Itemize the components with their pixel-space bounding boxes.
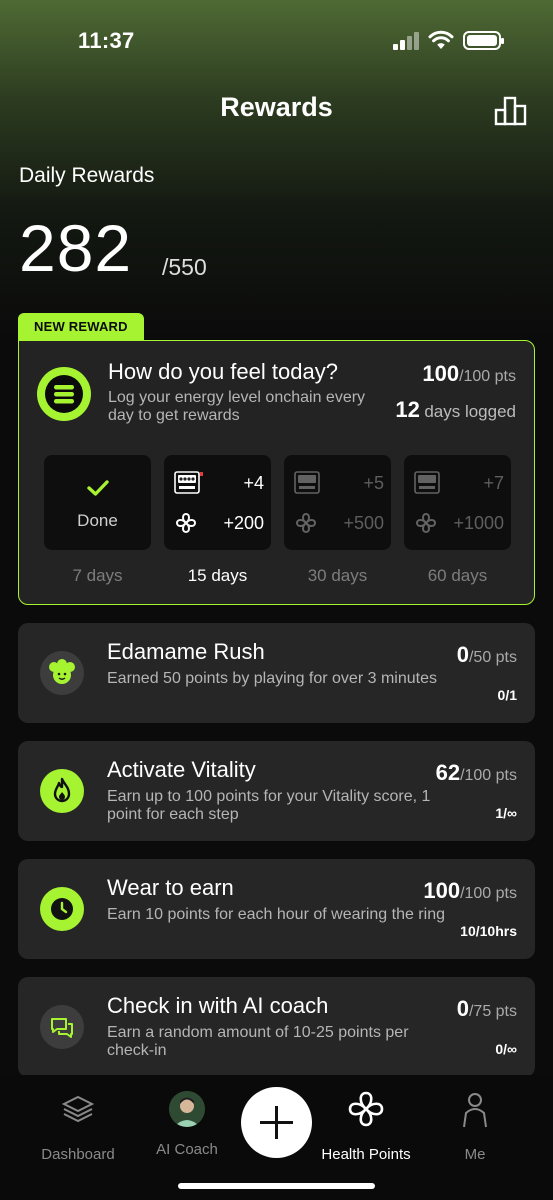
tier-label: 30 days bbox=[307, 566, 368, 585]
wifi-icon bbox=[428, 30, 454, 49]
health-points-icon bbox=[175, 512, 197, 534]
tier-label: 7 days bbox=[72, 566, 123, 585]
plus-icon[interactable] bbox=[241, 1087, 312, 1158]
feature-description: Log your energy level onchain every day … bbox=[108, 389, 366, 424]
task-progress: 0/∞ bbox=[495, 1041, 517, 1057]
tier-points-value: +200 bbox=[223, 513, 264, 533]
ring-chip-icon bbox=[294, 471, 320, 494]
task-progress: 10/10hrs bbox=[460, 923, 517, 939]
tab-ai-coach[interactable]: AI Coach bbox=[127, 1089, 247, 1158]
battery-icon bbox=[463, 31, 504, 50]
feature-points-total: /100 pts bbox=[459, 368, 516, 385]
tier-label: 15 days bbox=[187, 566, 248, 585]
task-points: 0/50 pts bbox=[457, 642, 517, 668]
layers-icon bbox=[37, 367, 91, 421]
task-points-total: /100 pts bbox=[460, 767, 517, 784]
tier-chip-value: +4 bbox=[243, 473, 264, 493]
stack-icon bbox=[61, 1095, 95, 1123]
task-description: Earned 50 points by playing for over 3 m… bbox=[107, 670, 437, 687]
tier-done-label: Done bbox=[77, 511, 118, 530]
health-points-icon bbox=[415, 512, 437, 534]
tier-30-days[interactable]: +5 +500 bbox=[284, 455, 391, 550]
edamame-icon bbox=[40, 651, 84, 695]
tab-health-points[interactable]: Health Points bbox=[306, 1089, 426, 1163]
cellular-signal-icon bbox=[393, 32, 421, 50]
tier-15-days[interactable]: +4 +200 bbox=[164, 455, 271, 550]
task-points-total: /50 pts bbox=[468, 649, 517, 666]
new-reward-badge: NEW REWARD bbox=[18, 313, 144, 341]
task-points-total: /75 pts bbox=[468, 1003, 517, 1020]
checkmark-icon bbox=[44, 477, 151, 505]
task-points: 0/75 pts bbox=[457, 996, 517, 1022]
chat-icon bbox=[40, 1005, 84, 1049]
avatar bbox=[169, 1091, 205, 1127]
task-description: Earn a random amount of 10-25 points per… bbox=[107, 1024, 409, 1059]
tab-label: Dashboard bbox=[41, 1146, 115, 1163]
tier-points-value: +500 bbox=[343, 513, 384, 533]
bar-chart-icon[interactable] bbox=[494, 96, 528, 126]
task-points: 100/100 pts bbox=[423, 878, 517, 904]
task-points-total: /100 pts bbox=[460, 885, 517, 902]
task-description: Earn 10 points for each hour of wearing … bbox=[107, 906, 445, 923]
feature-points: 100/100 pts bbox=[422, 361, 516, 387]
person-icon bbox=[463, 1093, 487, 1128]
task-points: 62/100 pts bbox=[436, 760, 517, 786]
task-title: Activate Vitality bbox=[107, 757, 256, 782]
task-card-ai-coach-check-in[interactable]: Check in with AI coach Earn a random amo… bbox=[18, 977, 535, 1077]
task-progress: 0/1 bbox=[497, 687, 517, 703]
daily-rewards-label: Daily Rewards bbox=[19, 164, 155, 187]
tab-dashboard[interactable]: Dashboard bbox=[18, 1089, 138, 1163]
task-card-edamame-rush[interactable]: Edamame Rush Earned 50 points by playing… bbox=[18, 623, 535, 723]
task-card-activate-vitality[interactable]: Activate Vitality Earn up to 100 points … bbox=[18, 741, 535, 841]
task-title: Edamame Rush bbox=[107, 639, 265, 664]
daily-rewards-value: 282 bbox=[19, 211, 133, 285]
feature-reward-card[interactable]: How do you feel today? Log your energy l… bbox=[18, 340, 535, 605]
ring-chip-icon bbox=[174, 471, 203, 494]
task-points-value: 100 bbox=[423, 878, 461, 903]
tab-label: AI Coach bbox=[156, 1141, 218, 1158]
days-logged-label: days logged bbox=[424, 402, 516, 421]
task-points-value: 0 bbox=[456, 996, 469, 1021]
page-title: Rewards bbox=[220, 92, 333, 122]
task-card-wear-to-earn[interactable]: Wear to earn Earn 10 points for each hou… bbox=[18, 859, 535, 959]
tab-me[interactable]: Me bbox=[415, 1089, 535, 1163]
feature-points-value: 100 bbox=[422, 361, 460, 386]
tier-points-value: +1000 bbox=[453, 513, 504, 533]
health-points-icon bbox=[348, 1091, 384, 1127]
daily-rewards-total: /550 bbox=[162, 254, 207, 280]
status-time: 11:37 bbox=[78, 28, 135, 53]
tab-label: Me bbox=[464, 1146, 486, 1163]
task-title: Wear to earn bbox=[107, 875, 234, 900]
feature-title: How do you feel today? bbox=[108, 359, 338, 384]
clock-icon bbox=[40, 887, 84, 931]
home-indicator bbox=[178, 1183, 375, 1189]
days-logged: 12 days logged bbox=[395, 397, 516, 423]
task-progress: 1/∞ bbox=[495, 805, 517, 821]
task-points-value: 0 bbox=[456, 642, 469, 667]
tier-chip-value: +5 bbox=[363, 473, 384, 493]
health-points-icon bbox=[295, 512, 317, 534]
tier-chip-value: +7 bbox=[483, 473, 504, 493]
task-description: Earn up to 100 points for your Vitality … bbox=[107, 788, 431, 823]
tier-60-days[interactable]: +7 +1000 bbox=[404, 455, 511, 550]
days-logged-count: 12 bbox=[395, 397, 420, 422]
tier-label: 60 days bbox=[427, 566, 488, 585]
ring-chip-icon bbox=[414, 471, 440, 494]
tier-7-days[interactable]: Done bbox=[44, 455, 151, 550]
task-title: Check in with AI coach bbox=[107, 993, 329, 1018]
task-points-value: 62 bbox=[435, 760, 461, 785]
flame-icon bbox=[40, 769, 84, 813]
rewards-screen: 11:37 Rewards Daily Rewards 282 /550 NEW… bbox=[0, 0, 553, 1200]
tab-label: Health Points bbox=[321, 1146, 411, 1163]
status-bar: 11:37 bbox=[0, 0, 553, 80]
tab-bar: Dashboard AI Coach Health Points Me bbox=[0, 1075, 553, 1200]
